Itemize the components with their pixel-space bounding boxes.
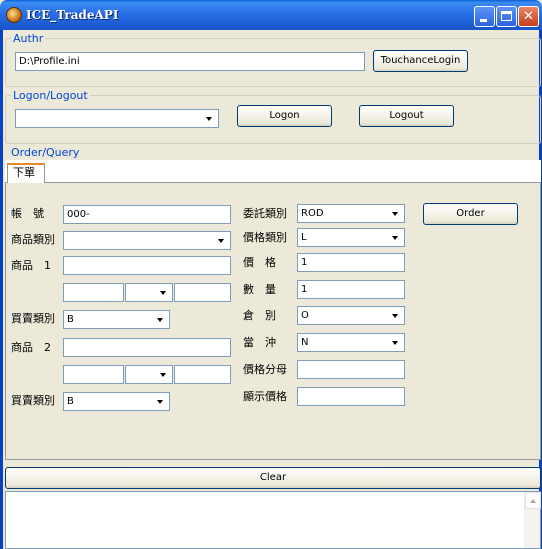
price-type-value: L xyxy=(301,232,307,243)
daytrade-combo[interactable]: N xyxy=(297,333,405,352)
window-title: ICE_TradeAPI xyxy=(26,8,119,22)
order-legend: Order/Query xyxy=(11,146,80,159)
product1-combo[interactable] xyxy=(125,283,173,302)
buysell1-label: 買賣類別 xyxy=(11,312,55,325)
chevron-down-icon[interactable] xyxy=(388,308,403,323)
order-type-combo[interactable]: ROD xyxy=(297,204,405,223)
chevron-down-icon[interactable] xyxy=(388,335,403,350)
chevron-down-icon[interactable] xyxy=(388,230,403,245)
ice-app-icon xyxy=(6,7,22,23)
tab-order[interactable]: 下單 xyxy=(7,163,45,183)
denominator-label: 價格分母 xyxy=(243,363,287,376)
logout-button[interactable]: Logout xyxy=(359,105,454,127)
product-type-combo[interactable] xyxy=(63,231,231,250)
logon-button[interactable]: Logon xyxy=(237,105,332,127)
product2-input[interactable] xyxy=(63,338,231,357)
minimize-icon xyxy=(480,19,487,22)
qty-input[interactable]: 1 xyxy=(297,280,405,299)
order-button[interactable]: Order xyxy=(423,203,518,225)
display-price-label: 顯示價格 xyxy=(243,390,287,403)
display-price-input[interactable] xyxy=(297,387,405,406)
logon-combo[interactable] xyxy=(15,109,219,128)
buysell2-combo[interactable]: B xyxy=(63,392,170,411)
logon-legend: Logon/Logout xyxy=(11,89,90,102)
scroll-up-icon[interactable] xyxy=(525,492,541,509)
product-type-label: 商品類別 xyxy=(11,233,55,246)
touchance-login-button[interactable]: TouchanceLogin xyxy=(373,50,468,72)
chevron-down-icon[interactable] xyxy=(214,233,229,248)
order-type-value: ROD xyxy=(301,208,324,219)
authr-legend: Authr xyxy=(11,32,46,45)
chevron-down-icon[interactable] xyxy=(202,111,217,126)
tab-strip xyxy=(5,160,541,182)
product1-sub1-input[interactable] xyxy=(63,283,124,302)
chevron-down-icon[interactable] xyxy=(388,206,403,221)
buysell1-value: B xyxy=(67,314,74,325)
maximize-icon xyxy=(501,11,512,21)
price-type-label: 價格類別 xyxy=(243,231,287,244)
profile-path-input[interactable]: D:\Profile.ini xyxy=(15,52,365,71)
clear-button[interactable]: Clear xyxy=(5,467,541,489)
product1-label: 商品 1 xyxy=(11,259,51,272)
minimize-button[interactable] xyxy=(474,6,495,27)
log-scrollbar[interactable] xyxy=(524,492,541,548)
product1-input[interactable] xyxy=(63,256,231,275)
title-bar: ICE_TradeAPI ✕ xyxy=(0,0,542,30)
price-label: 價 格 xyxy=(243,256,276,269)
chevron-down-icon[interactable] xyxy=(153,394,168,409)
maximize-button[interactable] xyxy=(496,6,517,27)
product1-sub2-input[interactable] xyxy=(174,283,231,302)
chevron-down-icon[interactable] xyxy=(156,367,171,382)
product2-combo[interactable] xyxy=(125,365,173,384)
daytrade-value: N xyxy=(301,337,309,348)
position-label: 倉 別 xyxy=(243,309,276,322)
position-value: O xyxy=(301,310,309,321)
price-input[interactable]: 1 xyxy=(297,253,405,272)
product2-label: 商品 2 xyxy=(11,341,51,354)
price-type-combo[interactable]: L xyxy=(297,228,405,247)
buysell2-label: 買賣類別 xyxy=(11,394,55,407)
denominator-input[interactable] xyxy=(297,360,405,379)
order-type-label: 委託類別 xyxy=(243,207,287,220)
daytrade-label: 當 沖 xyxy=(243,336,276,349)
position-combo[interactable]: O xyxy=(297,306,405,325)
product2-sub1-input[interactable] xyxy=(63,365,124,384)
buysell1-combo[interactable]: B xyxy=(63,310,170,329)
close-button[interactable]: ✕ xyxy=(518,6,539,27)
window-border-left xyxy=(0,30,3,549)
chevron-down-icon[interactable] xyxy=(153,312,168,327)
log-output[interactable] xyxy=(5,491,541,549)
qty-label: 數 量 xyxy=(243,283,276,296)
chevron-down-icon[interactable] xyxy=(156,285,171,300)
close-icon: ✕ xyxy=(523,9,534,24)
account-label: 帳 號 xyxy=(11,207,44,220)
buysell2-value: B xyxy=(67,396,74,407)
account-input[interactable]: 000- xyxy=(63,205,231,224)
product2-sub2-input[interactable] xyxy=(174,365,231,384)
